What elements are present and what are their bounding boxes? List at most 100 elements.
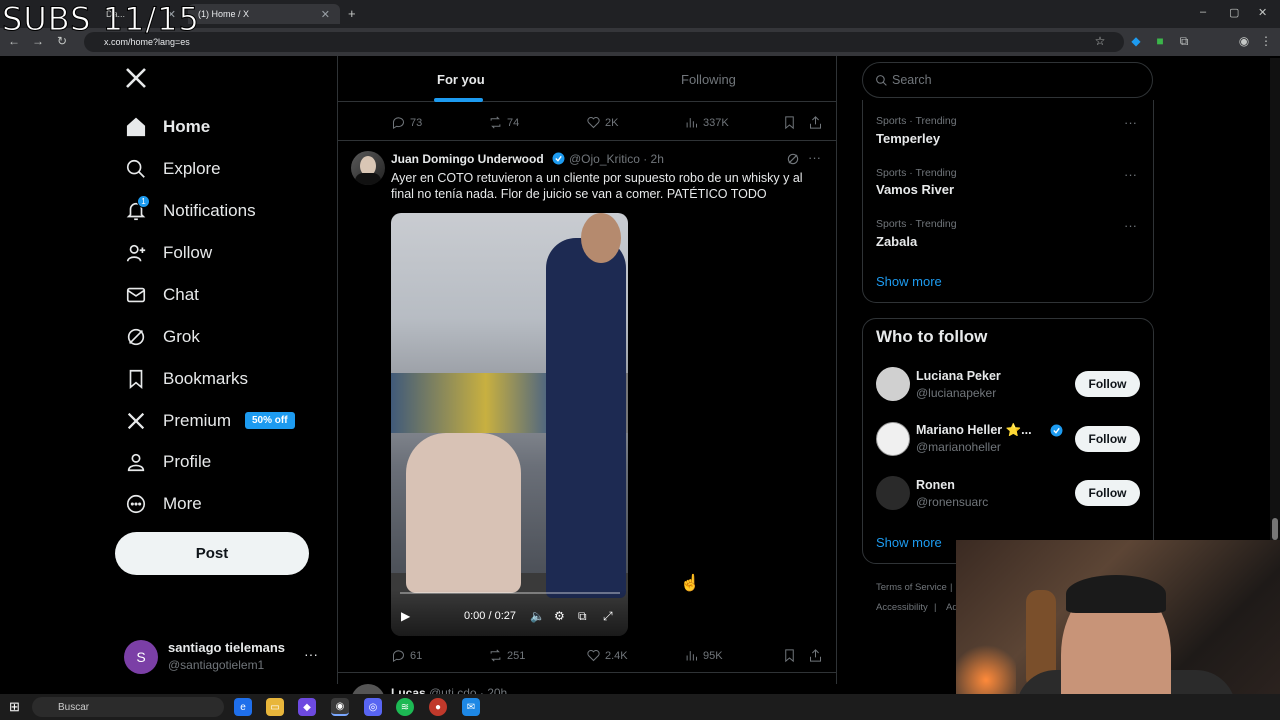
discord-icon[interactable]: ◎ <box>364 698 382 716</box>
search-placeholder: Search <box>892 73 932 87</box>
nav-more[interactable]: More <box>124 484 202 524</box>
suggested-user-handle: @lucianapeker <box>916 386 997 400</box>
repost-button[interactable]: 74 <box>488 115 519 130</box>
pip-icon[interactable]: ⧉ <box>578 609 587 624</box>
file-explorer-icon[interactable]: ▭ <box>266 698 284 716</box>
obs-icon[interactable]: ● <box>429 698 447 716</box>
trend-category: Sports · Trending <box>876 218 957 230</box>
bookmark-icon <box>785 116 794 130</box>
nav-profile[interactable]: Profile <box>124 442 211 482</box>
share-button[interactable] <box>808 648 827 663</box>
settings-icon[interactable]: ⚙ <box>554 609 565 623</box>
minimize-button[interactable]: – <box>1200 6 1206 18</box>
follow-button[interactable]: Follow <box>1075 371 1140 397</box>
bookmark-button[interactable] <box>782 648 801 663</box>
nav-grok[interactable]: Grok <box>124 317 200 357</box>
video-progress-bar[interactable] <box>400 592 620 594</box>
reply-button[interactable]: 61 <box>391 648 422 663</box>
account-name[interactable]: santiago tielemans <box>168 640 285 655</box>
share-icon <box>810 116 821 129</box>
footer-accessibility-link[interactable]: Accessibility <box>876 602 928 613</box>
scrollbar-thumb[interactable] <box>1272 518 1278 540</box>
repost-button[interactable]: 251 <box>488 648 525 663</box>
tweet-author-name[interactable]: Juan Domingo Underwood <box>391 152 544 166</box>
repost-icon <box>490 649 501 662</box>
nav-premium[interactable]: Premium <box>124 401 231 441</box>
views-button[interactable]: 95K <box>684 648 723 663</box>
trend-more-button[interactable]: ··· <box>1124 167 1137 182</box>
menu-dots-icon[interactable]: ⋮ <box>1258 34 1274 48</box>
copilot-icon[interactable]: ◆ <box>298 698 316 716</box>
tab-following[interactable]: Following <box>681 72 736 87</box>
edge-icon[interactable]: e <box>234 698 252 716</box>
tweet-author-handle[interactable]: @Ojo_Kritico · 2h <box>569 152 664 166</box>
mail-app-icon[interactable]: ✉ <box>462 698 480 716</box>
follow-button[interactable]: Follow <box>1075 426 1140 452</box>
who-to-follow-show-more-link[interactable]: Show more <box>876 535 942 550</box>
post-button[interactable]: Post <box>115 532 309 575</box>
puzzle-icon[interactable]: ⧉ <box>1176 34 1192 49</box>
close-tab-icon[interactable]: ✕ <box>321 8 330 21</box>
spotify-icon[interactable]: ≋ <box>396 698 414 716</box>
nav-bookmarks[interactable]: Bookmarks <box>124 359 248 399</box>
trend-name[interactable]: Temperley <box>876 131 940 146</box>
views-button[interactable]: 337K <box>684 115 729 130</box>
active-tab-indicator <box>434 98 483 102</box>
bookmark-button[interactable] <box>782 115 801 130</box>
tweet-video[interactable] <box>391 213 628 636</box>
play-icon[interactable]: ▶ <box>401 609 410 623</box>
reply-button[interactable]: 73 <box>391 115 422 130</box>
fullscreen-icon[interactable]: ⤢ <box>603 609 613 624</box>
share-button[interactable] <box>808 115 827 130</box>
new-tab-button[interactable]: + <box>348 6 356 21</box>
maximize-button[interactable]: ▢ <box>1229 6 1239 19</box>
search-input[interactable]: Search <box>862 62 1153 98</box>
browser-tab-2[interactable]: (1) Home / X ✕ <box>188 4 340 24</box>
address-bar[interactable]: x.com/home?lang=es <box>84 32 1124 52</box>
chrome-icon[interactable]: ◉ <box>331 698 349 716</box>
footer-terms-link[interactable]: Terms of Service <box>876 582 947 593</box>
tab-label: (1) Home / X <box>198 9 250 19</box>
suggested-user-name[interactable]: Ronen <box>916 478 955 492</box>
close-window-button[interactable]: ✕ <box>1258 6 1267 19</box>
avatar[interactable] <box>876 422 910 456</box>
tab-for-you[interactable]: For you <box>437 72 485 87</box>
taskbar-search[interactable]: Buscar <box>32 697 224 717</box>
tweet-text: Ayer en COTO retuvieron a un cliente por… <box>391 171 803 201</box>
video-time: 0:00 / 0:27 <box>464 610 516 622</box>
tweet-divider <box>338 672 836 673</box>
tweet-more-button[interactable]: ··· <box>808 150 821 165</box>
like-button[interactable]: 2K <box>586 115 618 130</box>
nav-chat[interactable]: Chat <box>124 275 199 315</box>
avatar[interactable] <box>351 151 385 185</box>
volume-icon[interactable]: 🔈 <box>530 609 545 623</box>
trend-name[interactable]: Vamos River <box>876 182 954 197</box>
nav-explore[interactable]: Explore <box>124 149 221 189</box>
trend-more-button[interactable]: ··· <box>1124 218 1137 233</box>
x-logo-icon[interactable] <box>124 66 150 92</box>
extension-icon[interactable]: ◆ <box>1128 34 1144 48</box>
search-icon <box>124 157 148 181</box>
trend-more-button[interactable]: ··· <box>1124 115 1137 130</box>
suggested-user-name[interactable]: Luciana Peker <box>916 369 1001 383</box>
nav-home[interactable]: Home <box>124 107 210 147</box>
grok-icon[interactable] <box>786 152 800 166</box>
handle-text: @Ojo_Kritico <box>569 152 640 166</box>
nav-follow[interactable]: Follow <box>124 233 212 273</box>
account-more-button[interactable]: ··· <box>304 646 318 662</box>
trends-show-more-link[interactable]: Show more <box>876 274 942 289</box>
webcam-overlay <box>956 540 1280 720</box>
nav-label: Home <box>163 117 211 136</box>
extension-icon[interactable]: ■ <box>1152 34 1168 48</box>
suggested-user-name[interactable]: Mariano Heller ⭐... <box>916 423 1032 438</box>
like-button[interactable]: 2.4K <box>586 648 628 663</box>
trend-name[interactable]: Zabala <box>876 234 917 249</box>
follow-button[interactable]: Follow <box>1075 480 1140 506</box>
person-plus-icon <box>124 241 148 265</box>
windows-start-icon[interactable]: ⊞ <box>9 699 20 715</box>
avatar[interactable] <box>876 476 910 510</box>
avatar[interactable]: S <box>124 640 158 674</box>
avatar[interactable] <box>876 367 910 401</box>
star-icon[interactable]: ☆ <box>1092 34 1108 48</box>
profile-icon[interactable]: ◉ <box>1236 34 1252 48</box>
